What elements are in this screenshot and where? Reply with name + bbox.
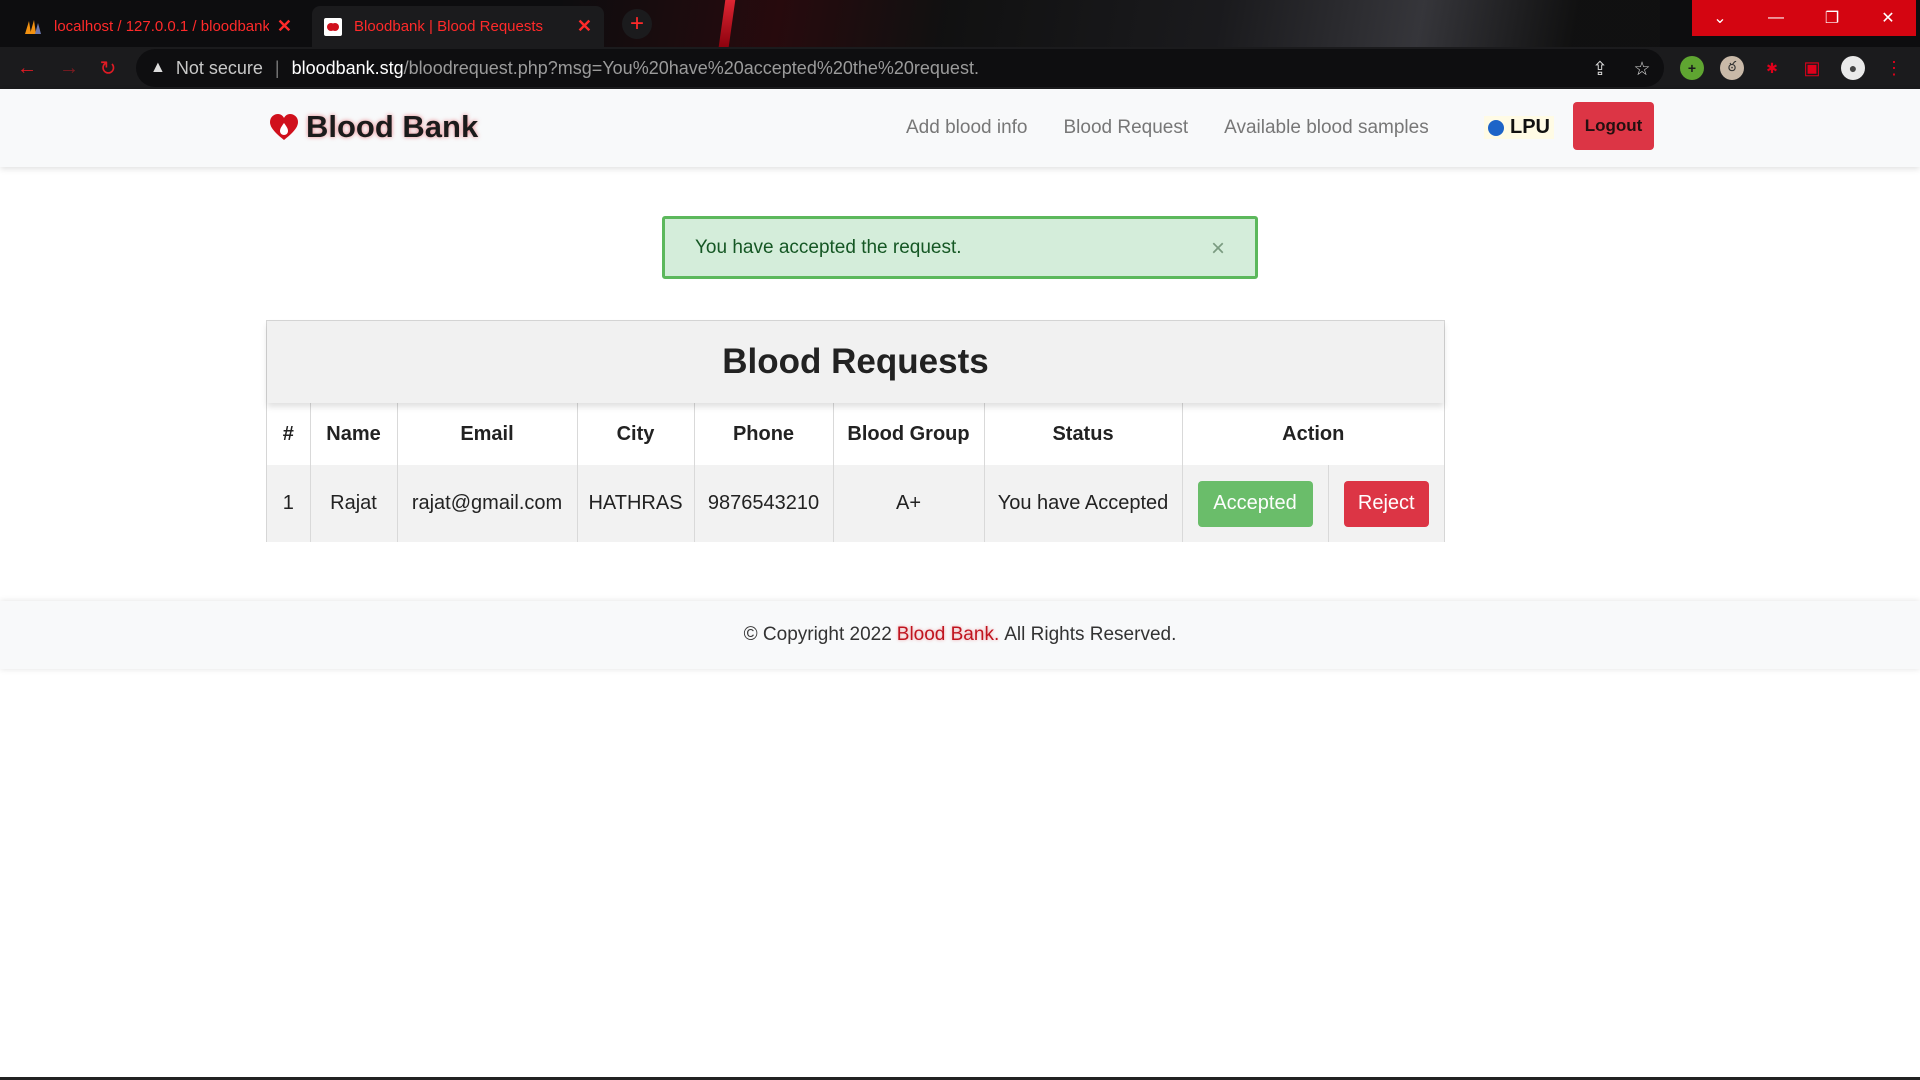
- profile-avatar-icon[interactable]: ●: [1841, 56, 1865, 80]
- current-user-badge: LPU: [1484, 116, 1554, 139]
- column-header-action: Action: [1282, 422, 1345, 445]
- site-navbar: Blood Bank Add blood info Blood Request …: [0, 89, 1920, 167]
- security-label[interactable]: Not secure: [176, 58, 263, 79]
- reject-button[interactable]: Reject: [1343, 480, 1429, 527]
- close-tab-icon[interactable]: ✕: [277, 16, 292, 37]
- minimize-icon[interactable]: —: [1748, 0, 1804, 36]
- restore-icon[interactable]: ❐: [1804, 0, 1860, 36]
- table-row: 1 Rajat rajat@gmail.com HATHRAS 98765432…: [267, 465, 1444, 542]
- cell-status: You have Accepted: [984, 465, 1183, 542]
- cell-phone: 9876543210: [694, 465, 834, 542]
- user-name: LPU: [1510, 116, 1550, 138]
- nav-link-blood-request[interactable]: Blood Request: [1064, 117, 1189, 139]
- extension-plus-icon[interactable]: +: [1680, 56, 1704, 80]
- footer-brand-link[interactable]: Blood Bank.: [897, 624, 999, 646]
- column-header-phone: Phone: [694, 403, 834, 465]
- table-header-row: # Name Email City Phone Blood Group Stat…: [267, 403, 1444, 465]
- reload-icon[interactable]: ↻: [95, 55, 121, 81]
- cell-number: 1: [267, 465, 311, 542]
- cell-email: rajat@gmail.com: [397, 465, 578, 542]
- brand-name: Blood Bank: [306, 109, 479, 144]
- tab-title: localhost / 127.0.0.1 / bloodbank: [54, 18, 269, 35]
- warning-triangle-icon[interactable]: ▲: [150, 59, 166, 77]
- rights-text: All Rights Reserved.: [1004, 624, 1177, 645]
- address-bar[interactable]: ▲ Not secure | bloodbank.stg/bloodreques…: [136, 49, 1664, 87]
- alert-message: You have accepted the request.: [695, 236, 962, 258]
- nav-link-add-blood-info[interactable]: Add blood info: [906, 117, 1028, 139]
- browser-tab-phpmyadmin[interactable]: localhost / 127.0.0.1 / bloodbank ✕: [12, 6, 304, 47]
- share-icon[interactable]: ⇪: [1588, 57, 1612, 81]
- blood-requests-table: # Name Email City Phone Blood Group Stat…: [267, 403, 1444, 542]
- column-header-number: #: [267, 403, 311, 465]
- column-header-blood-group: Blood Group: [833, 403, 985, 465]
- blood-requests-card: Blood Requests # Name Email City Phone B…: [266, 320, 1445, 542]
- sidebar-panel-icon[interactable]: ▣: [1800, 56, 1824, 80]
- cell-name: Rajat: [310, 465, 398, 542]
- column-header-city: City: [577, 403, 695, 465]
- new-tab-plus-icon[interactable]: +: [622, 9, 652, 39]
- browser-menu-icon[interactable]: ⋮: [1882, 56, 1906, 80]
- cell-action-reject: Reject: [1328, 465, 1444, 542]
- blood-drop-heart-icon: [268, 112, 300, 142]
- user-status-icon: [1488, 119, 1504, 136]
- browser-tab-bloodbank[interactable]: Bloodbank | Blood Requests ✕: [312, 6, 604, 47]
- site-footer: © Copyright 2022 Blood Bank. All Rights …: [0, 601, 1920, 669]
- tab-search-chevron-icon[interactable]: ⌄: [1692, 0, 1748, 36]
- bloodbank-favicon-icon: [324, 17, 342, 36]
- column-header-email: Email: [397, 403, 578, 465]
- success-alert: You have accepted the request. ×: [662, 216, 1258, 279]
- back-arrow-icon[interactable]: ←: [14, 55, 40, 81]
- url-path[interactable]: /bloodrequest.php?msg=You%20have%20accep…: [404, 58, 979, 79]
- browser-tab-strip: localhost / 127.0.0.1 / bloodbank ✕ Bloo…: [0, 0, 1920, 47]
- close-window-icon[interactable]: ✕: [1860, 0, 1916, 36]
- nav-link-available-blood-samples[interactable]: Available blood samples: [1224, 117, 1429, 139]
- browser-toolbar: ← → ↻ ▲ Not secure | bloodbank.stg/blood…: [0, 47, 1920, 89]
- table-title: Blood Requests: [267, 321, 1444, 403]
- extension-owl-icon[interactable]: ఠ: [1720, 56, 1744, 80]
- logout-button[interactable]: Logout: [1573, 102, 1654, 150]
- bookmark-star-icon[interactable]: ☆: [1630, 57, 1654, 81]
- close-tab-icon[interactable]: ✕: [577, 16, 592, 37]
- column-header-name: Name: [310, 403, 398, 465]
- brand-logo-link[interactable]: Blood Bank: [268, 109, 478, 145]
- close-alert-icon[interactable]: ×: [1211, 235, 1225, 263]
- copyright-text: © Copyright 2022: [743, 624, 892, 645]
- cell-city: HATHRAS: [577, 465, 695, 542]
- column-header-status: Status: [984, 403, 1183, 465]
- accepted-button[interactable]: Accepted: [1197, 480, 1313, 527]
- url-separator: |: [274, 57, 280, 78]
- main-nav-links: Add blood info Blood Request Available b…: [906, 117, 1465, 139]
- phpmyadmin-favicon-icon: [24, 18, 42, 36]
- cell-blood-group: A+: [833, 465, 985, 542]
- cell-action-accept: Accepted: [1182, 465, 1329, 542]
- url-host[interactable]: bloodbank.stg: [292, 58, 404, 79]
- tab-title: Bloodbank | Blood Requests: [354, 18, 544, 35]
- extension-puzzle-icon[interactable]: ✱: [1760, 56, 1784, 80]
- forward-arrow-icon[interactable]: →: [56, 55, 82, 81]
